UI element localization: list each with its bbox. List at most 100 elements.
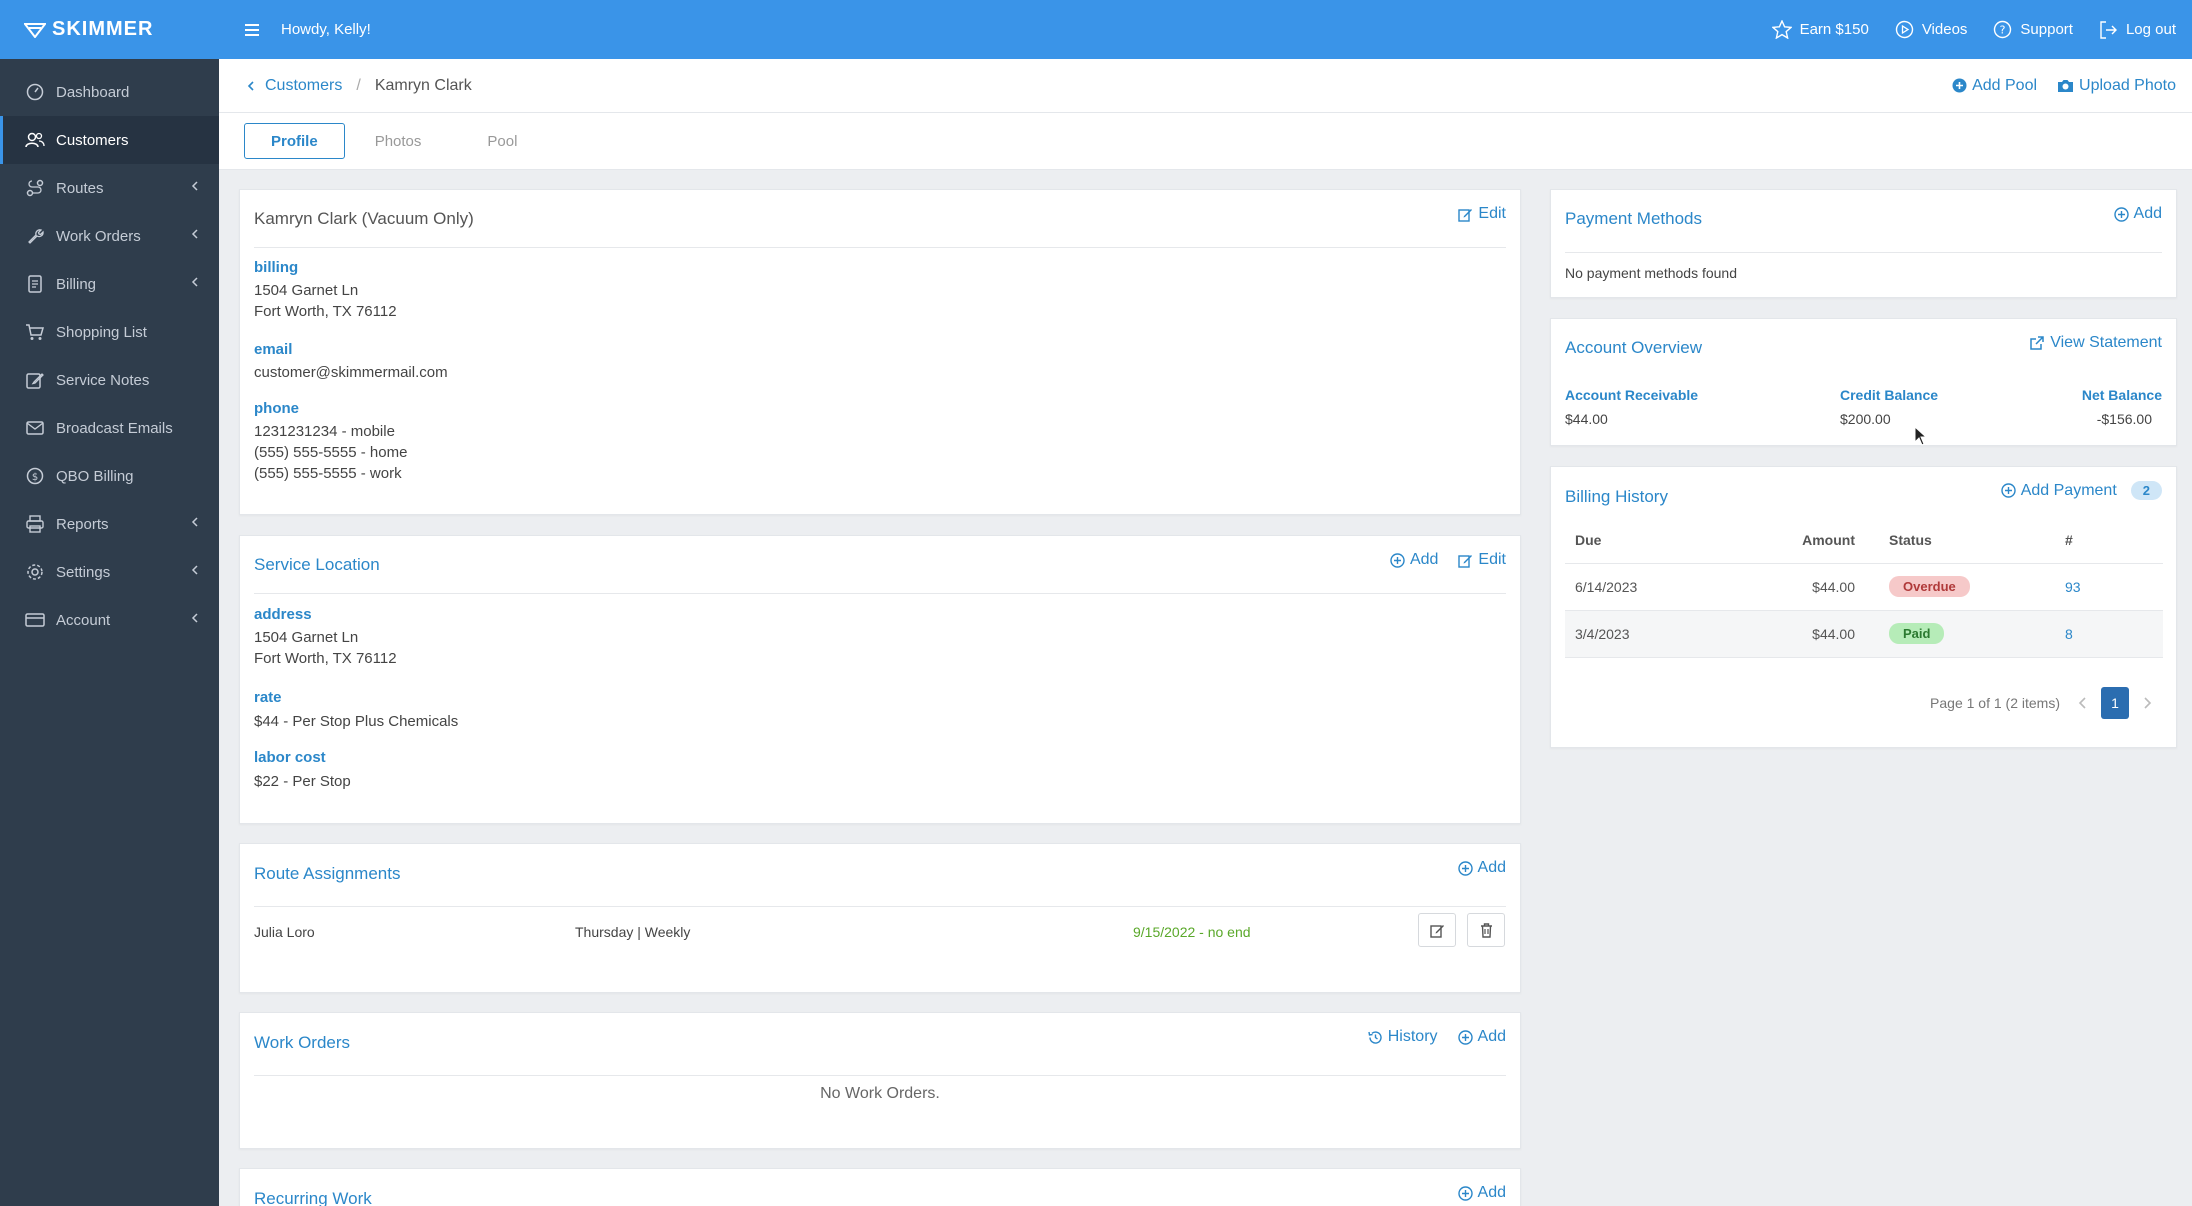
account-receivable-value: $44.00	[1565, 411, 1608, 427]
route-schedule: Thursday | Weekly	[575, 924, 691, 940]
sidebar-item-label: Service Notes	[56, 371, 150, 389]
hamburger-menu-icon[interactable]	[245, 23, 259, 36]
sidebar-item-customers[interactable]: Customers	[0, 116, 219, 164]
sidebar-item-service-notes[interactable]: Service Notes	[0, 356, 219, 404]
sidebar-item-work-orders[interactable]: Work Orders	[0, 212, 219, 260]
videos-link[interactable]: Videos	[1895, 20, 1967, 39]
breadcrumb-customers-link[interactable]: Customers	[265, 77, 342, 95]
divider	[254, 593, 1506, 594]
recurring-work-card: Recurring Work Add	[239, 1168, 1521, 1206]
plus-circle-outline-icon	[2113, 206, 2129, 222]
add-recurring-work-button[interactable]: Add	[1457, 1184, 1506, 1202]
earn-link[interactable]: Earn $150	[1771, 20, 1869, 39]
breadcrumb: Customers / Kamryn Clark	[247, 77, 472, 95]
edit-location-button[interactable]: Edit	[1458, 551, 1506, 569]
wrench-icon	[25, 226, 45, 246]
row-amount: $44.00	[1715, 563, 1865, 611]
view-statement-button[interactable]: View Statement	[2029, 334, 2162, 352]
history-button[interactable]: History	[1368, 1028, 1438, 1046]
add-payment-button[interactable]: Add Payment	[2001, 482, 2117, 500]
sidebar-item-label: Customers	[56, 131, 129, 149]
tab-photos[interactable]: Photos	[349, 123, 448, 159]
trash-icon	[1480, 922, 1492, 938]
customer-title: Kamryn Clark (Vacuum Only)	[254, 209, 474, 228]
dollar-icon: $	[25, 466, 45, 486]
sidebar-item-label: Dashboard	[56, 83, 130, 101]
sidebar-item-billing[interactable]: Billing	[0, 260, 219, 308]
pagination: Page 1 of 1 (2 items) 1	[1930, 687, 2152, 719]
phone-work: (555) 555-5555 - work	[254, 465, 402, 482]
phone-label: phone	[254, 400, 299, 417]
greeting: Howdy, Kelly!	[281, 21, 371, 38]
invoice-number-link[interactable]: 8	[2065, 626, 2073, 642]
brand-name: SKIMMER	[52, 18, 154, 40]
account-overview-title: Account Overview	[1565, 338, 1702, 357]
edit-route-button[interactable]	[1418, 913, 1456, 947]
chevron-left-icon[interactable]	[2078, 696, 2087, 710]
work-orders-actions: History Add	[1348, 1028, 1506, 1046]
envelope-icon	[25, 418, 45, 438]
sidebar-item-qbo-billing[interactable]: $ QBO Billing	[0, 452, 219, 500]
chevron-left-icon	[191, 517, 198, 527]
billing-line1: 1504 Garnet Ln	[254, 282, 359, 299]
sidebar-item-label: Shopping List	[56, 323, 147, 341]
header-number: #	[2055, 517, 2163, 564]
payment-methods-card: Payment Methods Add No payment methods f…	[1550, 189, 2177, 298]
table-row[interactable]: 6/14/2023 $44.00 Overdue 93	[1565, 563, 2163, 611]
add-payment-label: Add Payment	[2020, 481, 2117, 499]
support-link[interactable]: ? Support	[1993, 20, 2073, 39]
delete-route-button[interactable]	[1467, 913, 1505, 947]
add-work-order-button[interactable]: Add	[1457, 1028, 1506, 1046]
payment-methods-empty: No payment methods found	[1565, 265, 1737, 281]
header-amount: Amount	[1715, 517, 1865, 564]
phone-mobile: 1231231234 - mobile	[254, 423, 395, 440]
sidebar-item-routes[interactable]: Routes	[0, 164, 219, 212]
add-payment-method-button[interactable]: Add	[2113, 205, 2162, 223]
brand-logo[interactable]: SKIMMER	[0, 0, 219, 59]
page-button[interactable]: 1	[2101, 687, 2129, 719]
work-orders-card: Work Orders History Add No Work Orders.	[239, 1012, 1521, 1149]
header-due: Due	[1565, 517, 1715, 564]
tab-pool[interactable]: Pool	[461, 123, 543, 159]
svg-text:$: $	[32, 472, 38, 483]
profile-card: Kamryn Clark (Vacuum Only) Edit billing …	[239, 189, 1521, 515]
chevron-right-icon[interactable]	[2143, 696, 2152, 710]
add-location-button[interactable]: Add	[1390, 551, 1438, 569]
note-icon	[25, 370, 45, 390]
sidebar-item-broadcast-emails[interactable]: Broadcast Emails	[0, 404, 219, 452]
sidebar-item-label: Reports	[56, 515, 109, 533]
chevron-left-icon	[191, 229, 198, 239]
service-location-actions: Add Edit	[1370, 551, 1506, 569]
service-location-card: Service Location Add Edit address 1504 G…	[239, 535, 1521, 824]
plus-circle-outline-icon	[1390, 552, 1405, 568]
payment-methods-title: Payment Methods	[1565, 209, 1703, 228]
sidebar-item-label: Account	[56, 611, 111, 629]
tab-profile[interactable]: Profile	[244, 123, 345, 159]
play-circle-icon	[1895, 20, 1914, 39]
route-dates: 9/15/2022 - no end	[1133, 924, 1251, 940]
sidebar-item-shopping-list[interactable]: Shopping List	[0, 308, 219, 356]
net-balance-value: -$156.00	[2096, 411, 2152, 427]
invoice-number-link[interactable]: 93	[2065, 579, 2081, 595]
sidebar-item-label: Routes	[56, 179, 104, 197]
upload-photo-button[interactable]: Upload Photo	[2057, 77, 2176, 95]
add-route-button[interactable]: Add	[1457, 859, 1506, 877]
table-row[interactable]: 3/4/2023 $44.00 Paid 8	[1565, 610, 2163, 658]
star-icon	[1771, 20, 1792, 39]
sidebar-item-account[interactable]: Account	[0, 596, 219, 644]
chevron-left-icon[interactable]	[247, 80, 255, 92]
edit-profile-button[interactable]: Edit	[1458, 205, 1506, 223]
sidebar-item-reports[interactable]: Reports	[0, 500, 219, 548]
add-pool-button[interactable]: Add Pool	[1952, 77, 2037, 95]
header-status: Status	[1865, 517, 2055, 564]
email-label: email	[254, 341, 293, 358]
svg-text:?: ?	[2000, 24, 2006, 37]
camera-icon	[2058, 80, 2074, 92]
breadcrumb-separator: /	[356, 76, 361, 94]
logout-link[interactable]: Log out	[2099, 20, 2176, 39]
sidebar-item-settings[interactable]: Settings	[0, 548, 219, 596]
view-statement-label: View Statement	[2050, 334, 2162, 351]
mouse-cursor-icon	[1914, 426, 1928, 446]
route-assignments-card: Route Assignments Add Julia Loro Thursda…	[239, 843, 1521, 993]
sidebar-item-dashboard[interactable]: Dashboard	[0, 68, 219, 116]
